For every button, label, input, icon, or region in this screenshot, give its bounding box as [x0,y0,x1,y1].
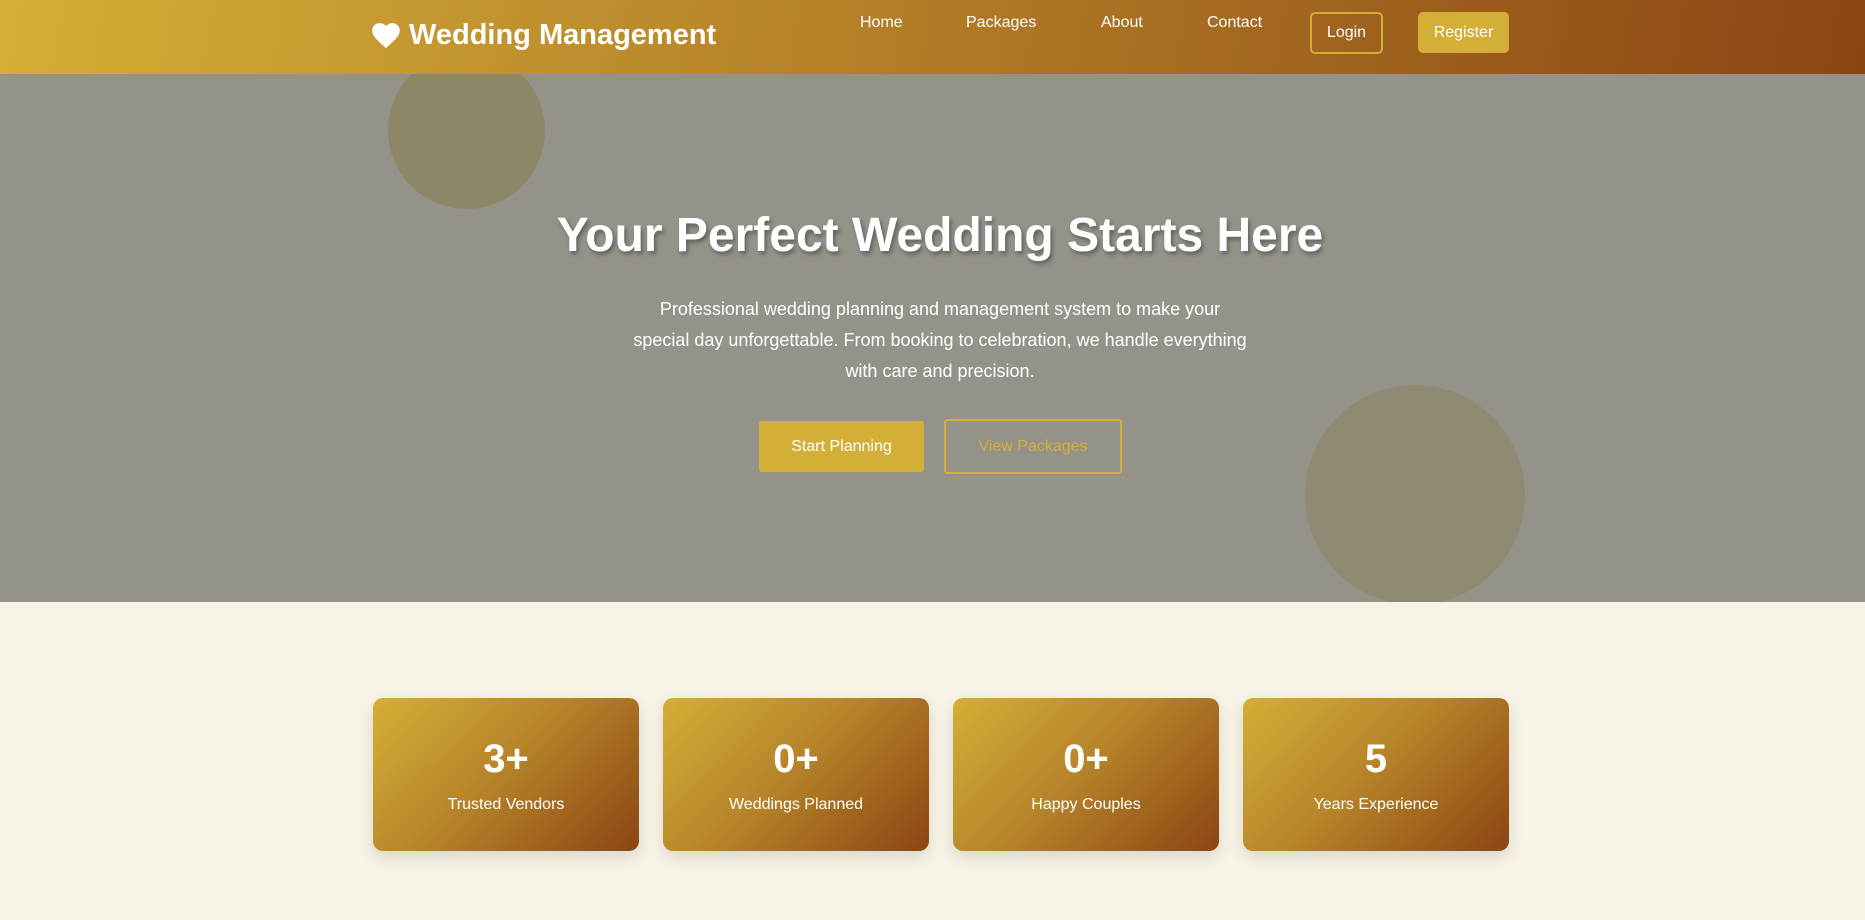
nav-link-contact[interactable]: Contact [1207,14,1262,32]
stat-card-vendors: 3+ Trusted Vendors [373,698,639,851]
view-packages-button[interactable]: View Packages [944,419,1122,474]
stat-label: Years Experience [1313,796,1439,813]
nav-link-packages[interactable]: Packages [966,14,1036,32]
brand-name: Wedding Management [409,18,717,51]
decorative-circle [1305,385,1525,602]
nav-link-home[interactable]: Home [860,14,903,32]
brand-logo[interactable]: Wedding Management [371,15,716,55]
stat-number: 3+ [483,737,529,781]
navbar: Wedding Management Home Packages About C… [0,0,1865,74]
stat-card-couples: 0+ Happy Couples [953,698,1219,851]
hero-section: Your Perfect Wedding Starts Here Profess… [0,74,1865,602]
hero-description: Professional wedding planning and manage… [633,299,1247,381]
stat-card-weddings: 0+ Weddings Planned [663,698,929,851]
register-button[interactable]: Register [1418,12,1509,53]
stat-number: 0+ [1063,737,1109,781]
stat-number: 0+ [773,737,819,781]
stat-card-experience: 5 Years Experience [1243,698,1509,851]
hero-title: Your Perfect Wedding Starts Here [556,209,1324,262]
stat-label: Weddings Planned [728,796,864,813]
stat-number: 5 [1364,737,1388,781]
stat-label: Happy Couples [1031,796,1141,813]
login-button[interactable]: Login [1310,12,1383,54]
heart-icon [372,23,400,49]
start-planning-button[interactable]: Start Planning [759,421,924,472]
stat-label: Trusted Vendors [447,796,565,813]
nav-link-about[interactable]: About [1101,14,1143,32]
decorative-circle [388,74,545,209]
